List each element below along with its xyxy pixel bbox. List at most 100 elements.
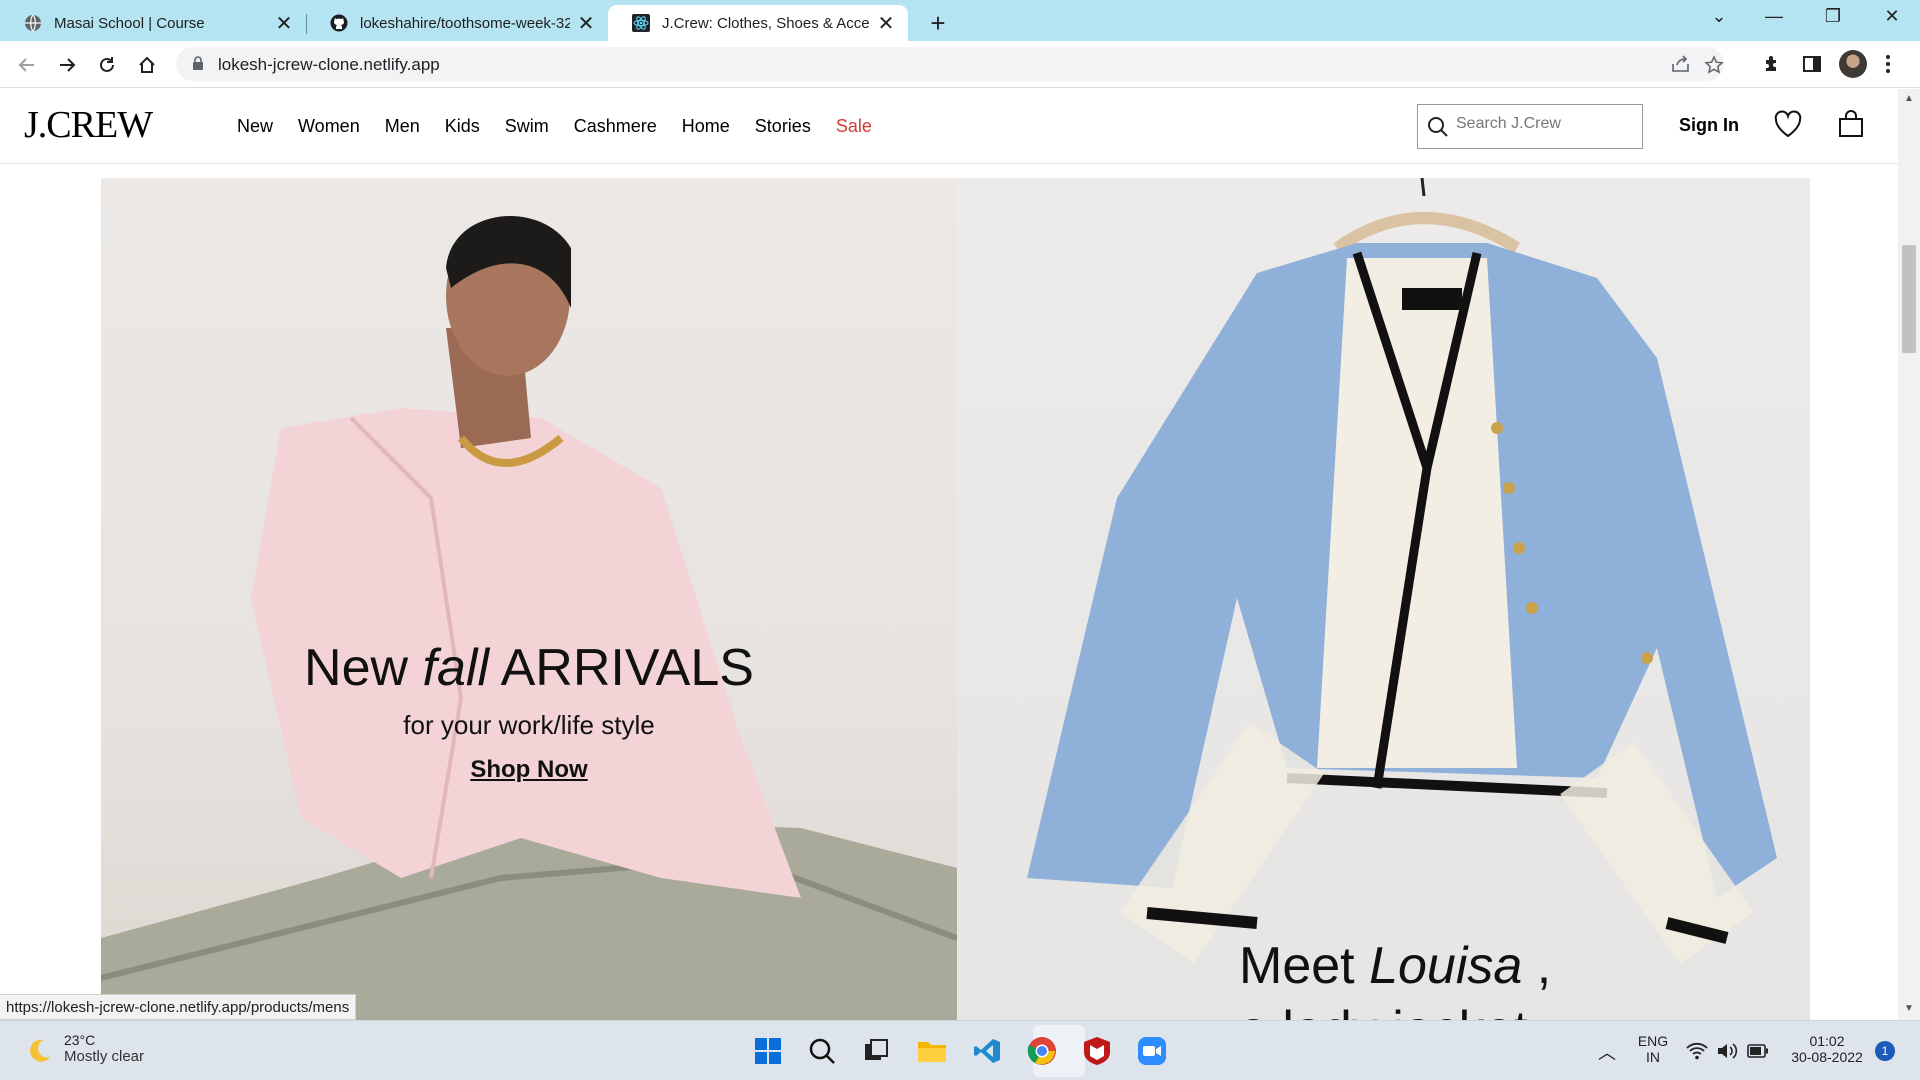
site-search[interactable] — [1417, 104, 1643, 149]
minimize-icon[interactable]: — — [1758, 6, 1790, 27]
start-icon[interactable] — [752, 1035, 784, 1067]
jacket-photo — [1027, 178, 1777, 964]
tab-title: Masai School | Course — [54, 14, 205, 32]
address-bar[interactable]: lokesh-jcrew-clone.netlify.app — [176, 47, 1724, 81]
browser-tabstrip: Masai School | Course ✕ lokeshahire/toot… — [0, 0, 1920, 41]
extensions-icon[interactable] — [1762, 54, 1782, 74]
nav-kids[interactable]: Kids — [445, 116, 480, 137]
vscode-icon[interactable] — [971, 1035, 1003, 1067]
reload-icon — [100, 57, 114, 72]
search-icon — [1428, 117, 1448, 137]
folder-icon — [918, 1042, 946, 1062]
battery-icon[interactable] — [1747, 1044, 1769, 1058]
github-icon — [330, 14, 348, 32]
nav-new[interactable]: New — [237, 116, 273, 137]
hero-right-title-italic: Louisa — [1369, 937, 1523, 995]
site-header: J.CREW New Women Men Kids Swim Cashmere … — [0, 89, 1898, 164]
nav-cashmere[interactable]: Cashmere — [574, 116, 657, 137]
magnifier-icon — [809, 1038, 835, 1064]
weather-condition: Mostly clear — [64, 1048, 145, 1065]
tab-title: J.Crew: Clothes, Shoes & Accesso... — [662, 14, 870, 32]
clock-time: 01:02 — [1809, 1033, 1845, 1049]
close-icon[interactable]: ✕ — [876, 11, 896, 36]
mcafee-icon[interactable] — [1081, 1035, 1113, 1067]
hero-right-title: Meet Louisa , — [1239, 936, 1551, 996]
windows-taskbar: 23°C Mostly clear ︿ ENG IN 01:02 30-08-2… — [0, 1020, 1920, 1080]
close-icon[interactable]: ✕ — [576, 11, 596, 36]
video-camera-icon — [1138, 1037, 1166, 1065]
share-icon[interactable] — [1671, 55, 1691, 73]
react-icon — [632, 14, 650, 32]
arrow-right-icon — [60, 58, 76, 72]
task-view-icon[interactable] — [860, 1035, 892, 1067]
shield-icon — [1084, 1037, 1110, 1065]
hero-banner-fall[interactable]: New fall ARRIVALS for your work/life sty… — [101, 178, 957, 1020]
scroll-down-icon[interactable]: ▼ — [1904, 1003, 1914, 1014]
volume-icon[interactable] — [1716, 1042, 1738, 1060]
chrome-icon[interactable] — [1026, 1035, 1058, 1067]
browser-toolbar: lokesh-jcrew-clone.netlify.app — [0, 41, 1920, 88]
weather-widget[interactable]: 23°C Mostly clear — [24, 1032, 144, 1066]
side-panel-icon[interactable] — [1802, 54, 1822, 74]
weather-text: 23°C Mostly clear — [64, 1032, 144, 1066]
tab-search-icon[interactable]: ⌄ — [1703, 6, 1735, 27]
language-indicator[interactable]: ENG IN — [1636, 1033, 1670, 1065]
clock-date: 30-08-2022 — [1791, 1049, 1863, 1065]
heart-icon[interactable] — [1773, 110, 1803, 138]
scroll-thumb[interactable] — [1902, 245, 1916, 353]
weather-temp: 23°C — [64, 1032, 96, 1048]
hero-right-title-part: , — [1522, 937, 1552, 995]
page-scrollbar[interactable]: ▲ ▼ — [1898, 89, 1920, 1020]
tab-masai[interactable]: Masai School | Course ✕ — [0, 5, 306, 41]
moon-icon — [30, 1039, 50, 1062]
nav-swim[interactable]: Swim — [505, 116, 549, 137]
star-icon[interactable] — [1704, 55, 1724, 75]
back-button[interactable] — [13, 51, 41, 79]
globe-icon — [25, 14, 41, 32]
nav-stories[interactable]: Stories — [755, 116, 811, 137]
scroll-up-icon[interactable]: ▲ — [1904, 93, 1914, 104]
sign-in-link[interactable]: Sign In — [1679, 115, 1739, 136]
shop-now-link[interactable]: Shop Now — [101, 756, 957, 784]
close-icon[interactable]: ✕ — [274, 11, 294, 36]
main-nav: New Women Men Kids Swim Cashmere Home St… — [237, 116, 897, 137]
restore-icon[interactable]: ❐ — [1817, 6, 1849, 27]
tab-jcrew[interactable]: J.Crew: Clothes, Shoes & Accesso... ✕ — [608, 5, 908, 41]
file-explorer-icon[interactable] — [916, 1035, 948, 1067]
reload-button[interactable] — [93, 51, 121, 79]
wifi-icon[interactable] — [1686, 1042, 1708, 1060]
hero-title: New fall ARRIVALS — [101, 638, 957, 698]
tray-overflow-icon[interactable]: ︿ — [1598, 1039, 1616, 1065]
home-button[interactable] — [133, 51, 161, 79]
window-close-icon[interactable]: ✕ — [1876, 6, 1908, 27]
shopping-bag-icon[interactable] — [1837, 110, 1865, 138]
windows-logo-icon — [755, 1038, 781, 1064]
nav-sale[interactable]: Sale — [836, 116, 872, 137]
search-input[interactable] — [1456, 115, 1636, 133]
new-tab-button[interactable]: + — [924, 8, 952, 39]
shop-now-label[interactable]: Shop Now — [470, 756, 587, 783]
address-url: lokesh-jcrew-clone.netlify.app — [218, 55, 440, 74]
clock[interactable]: 01:02 30-08-2022 — [1780, 1033, 1874, 1065]
link-status-bubble: https://lokesh-jcrew-clone.netlify.app/p… — [0, 994, 357, 1020]
nav-women[interactable]: Women — [298, 116, 360, 137]
language-code: ENG — [1637, 1033, 1669, 1049]
nav-men[interactable]: Men — [385, 116, 420, 137]
task-view-glyph — [865, 1039, 888, 1060]
kebab-menu-icon[interactable] — [1885, 54, 1891, 74]
jcrew-logo[interactable]: J.CREW — [24, 103, 153, 147]
forward-button[interactable] — [53, 51, 81, 79]
hero-banner-louisa[interactable]: Meet Louisa , a lady jacket — [957, 178, 1810, 1020]
hero-right-subtitle: a lady jacket — [1239, 1000, 1528, 1020]
nav-home[interactable]: Home — [682, 116, 730, 137]
hero-title-part: New — [304, 639, 423, 697]
taskbar-search-icon[interactable] — [806, 1035, 838, 1067]
avatar[interactable] — [1839, 50, 1867, 78]
tab-github[interactable]: lokeshahire/toothsome-week-32... ✕ — [306, 5, 608, 41]
zoom-icon[interactable] — [1136, 1035, 1168, 1067]
tab-title: lokeshahire/toothsome-week-32... — [360, 14, 570, 32]
chrome-glyph — [1027, 1037, 1056, 1065]
hero-title-italic: fall — [422, 639, 490, 697]
arrow-left-icon — [18, 58, 34, 72]
notification-badge[interactable]: 1 — [1875, 1041, 1895, 1061]
